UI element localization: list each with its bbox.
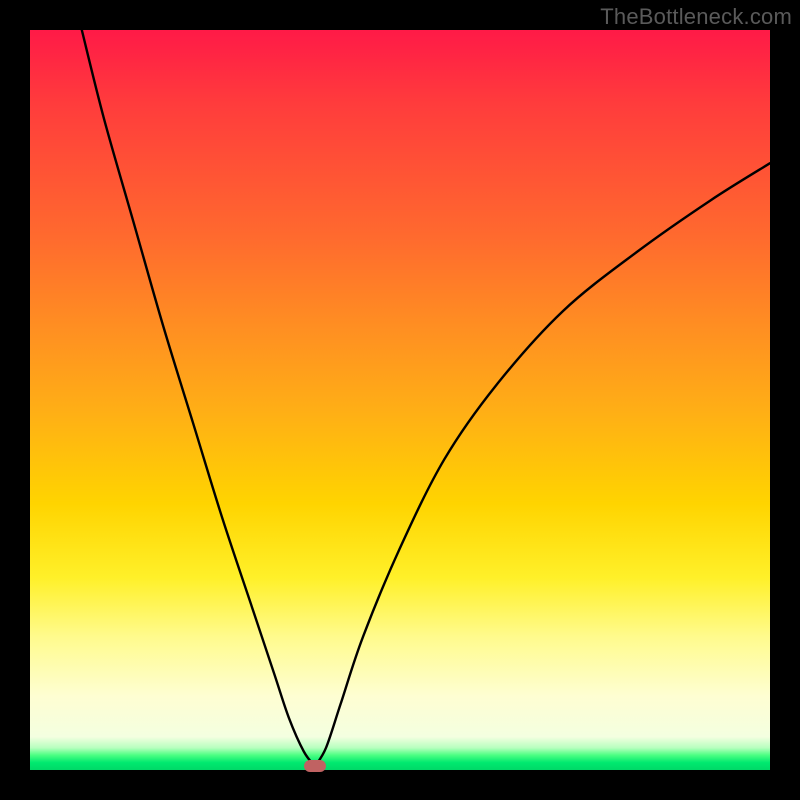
chart-frame: TheBottleneck.com — [0, 0, 800, 800]
bottleneck-point-marker — [304, 760, 326, 772]
bottleneck-curve — [30, 30, 770, 770]
plot-area — [30, 30, 770, 770]
watermark-text: TheBottleneck.com — [600, 4, 792, 30]
